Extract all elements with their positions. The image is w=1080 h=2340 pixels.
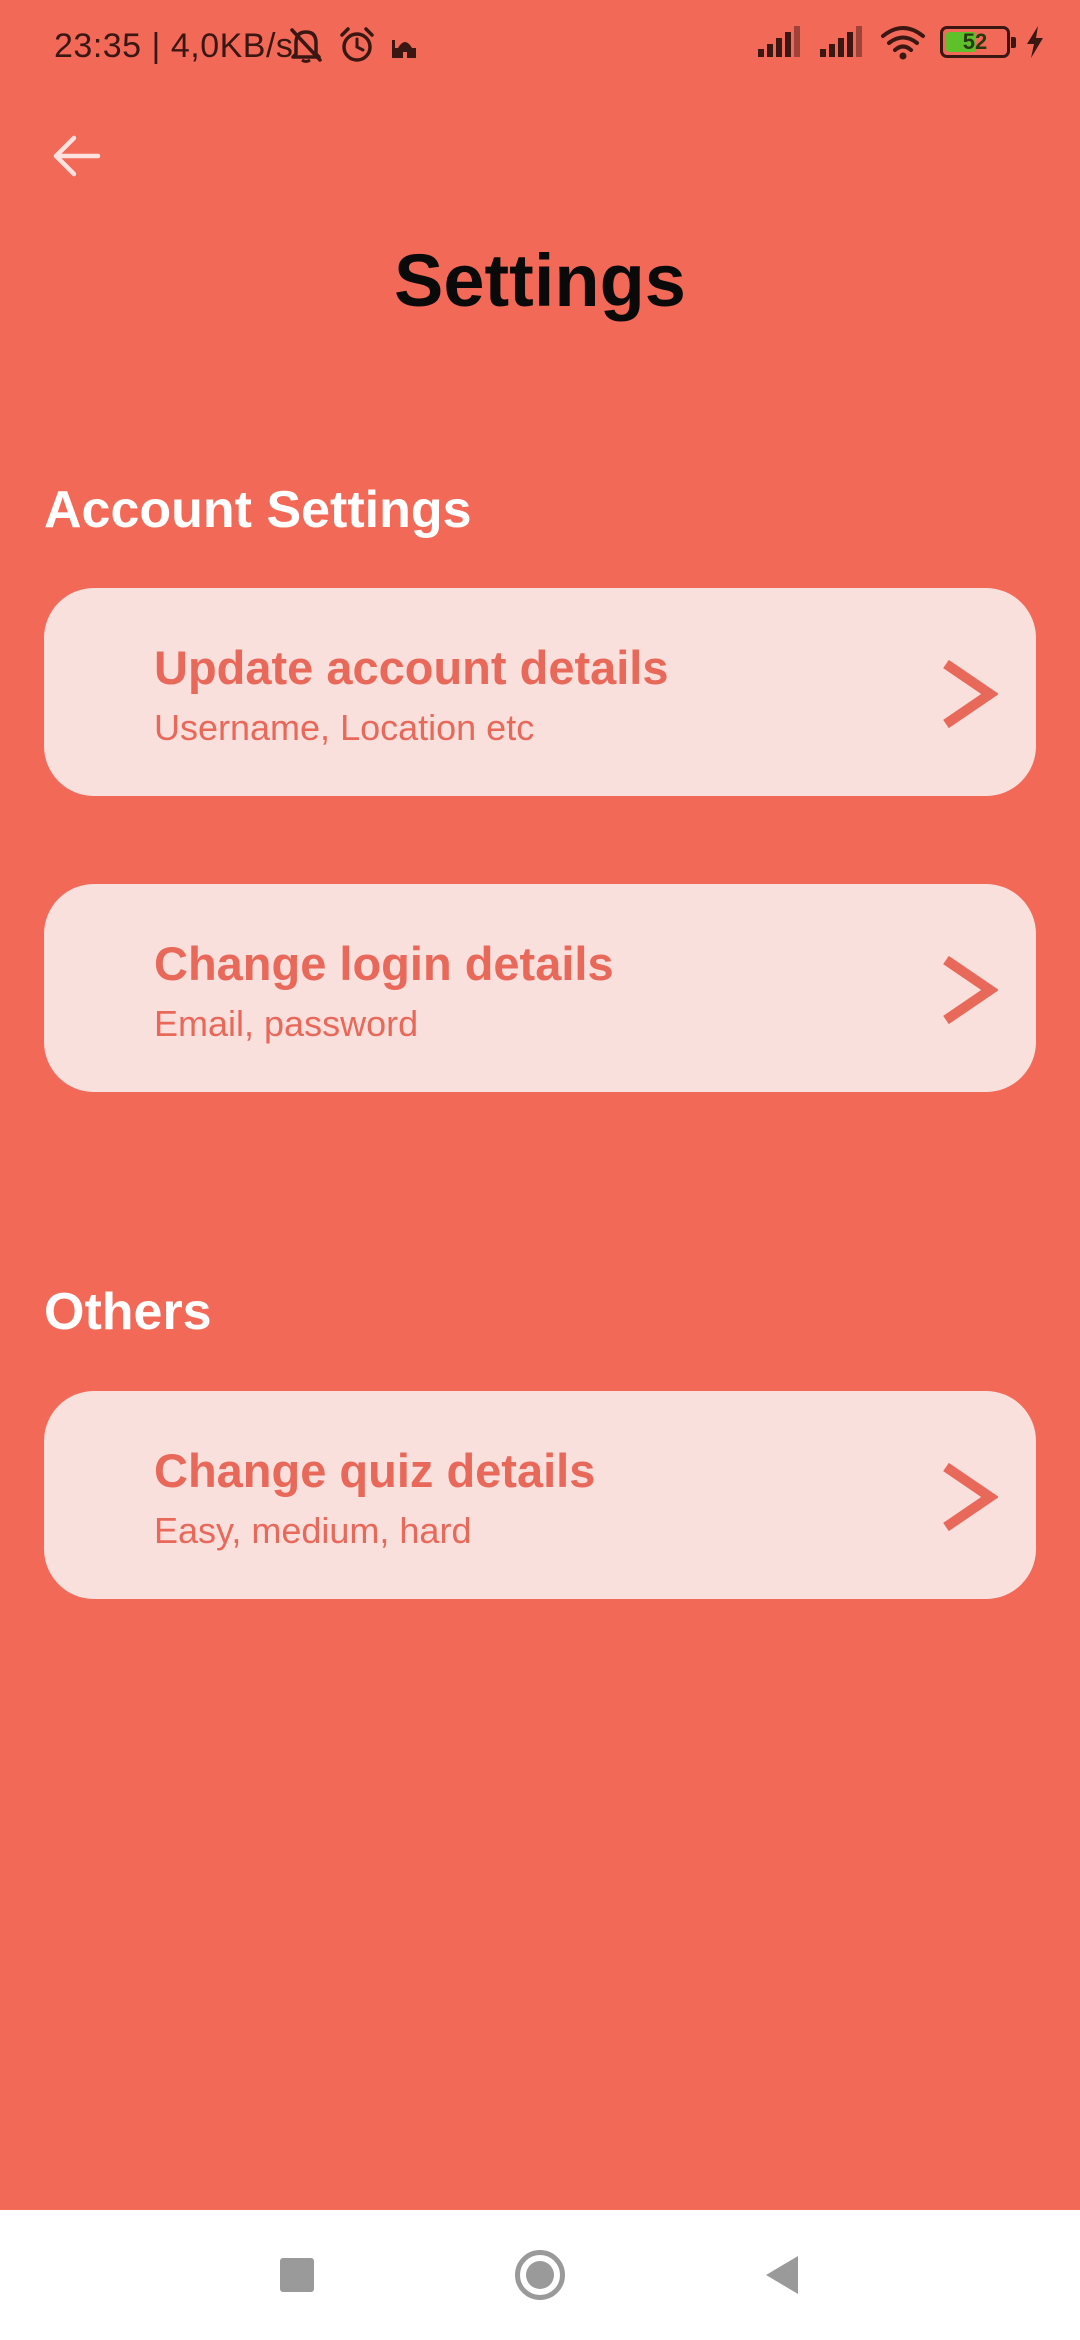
home-icon[interactable] [515,2250,565,2300]
charging-bolt-icon [1027,26,1043,58]
card-title: Change quiz details [154,1444,596,1497]
update-account-details-button[interactable]: Update account details Username, Locatio… [44,588,1036,796]
status-info: 23:35 | 4,0KB/s [54,26,293,66]
arrow-left-icon [53,135,101,177]
home-icon-inner [526,2261,554,2289]
card-title: Update account details [154,641,669,694]
navigation-bar [0,2210,1080,2340]
back-button[interactable] [44,124,108,188]
alarm-clock-icon [340,27,374,62]
chevron-right-icon [943,1462,998,1532]
section-heading-others: Others [44,1283,212,1341]
change-login-details-button[interactable]: Change login details Email, password [44,884,1036,1092]
mosque-icon [392,40,416,58]
signal-icon [820,26,862,57]
page-title: Settings [394,239,686,322]
recent-apps-icon[interactable] [280,2258,314,2292]
battery-icon: 52 [940,26,1016,58]
status-bar: 23:35 | 4,0KB/s 52 [0,0,1080,96]
status-time: 23:35 [54,27,142,65]
bell-muted-icon [290,28,322,63]
change-quiz-details-button[interactable]: Change quiz details Easy, medium, hard [44,1391,1036,1599]
card-title: Change login details [154,937,614,990]
status-separator: | [151,27,161,65]
network-speed: 4,0KB/s [170,27,294,65]
card-subtitle: Username, Location etc [154,707,535,748]
section-heading-account-settings: Account Settings [44,481,472,539]
status-left-icons [288,26,420,64]
signal-icon [758,26,800,57]
battery-nub [1011,37,1016,48]
wifi-icon [881,26,925,60]
back-triangle-icon[interactable] [762,2254,802,2296]
card-subtitle: Easy, medium, hard [154,1510,472,1551]
chevron-right-icon [943,659,998,729]
status-right-icons: 52 [756,24,1046,60]
chevron-right-icon [943,955,998,1025]
battery-level: 52 [962,29,988,54]
card-subtitle: Email, password [154,1003,419,1044]
